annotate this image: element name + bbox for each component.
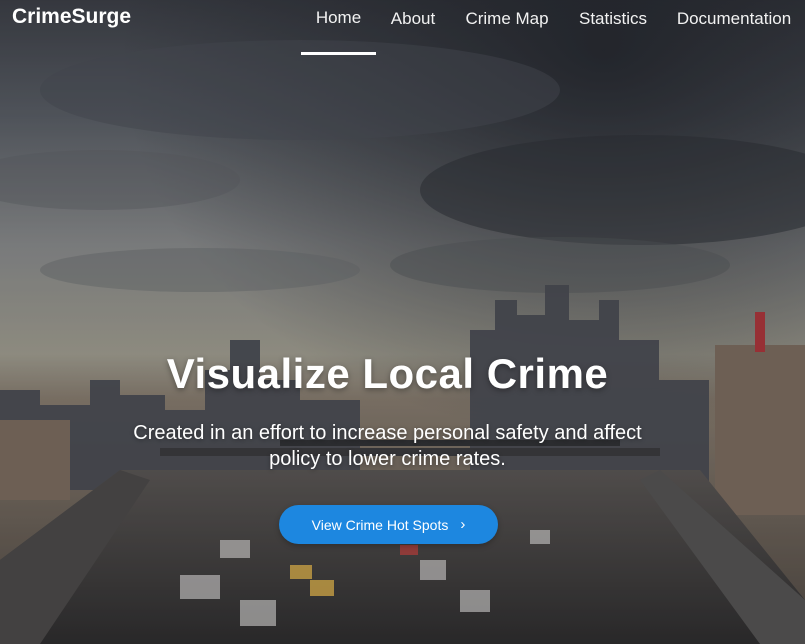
cta-label: View Crime Hot Spots (311, 516, 449, 533)
nav-links: Home About Crime Map Statistics Document… (0, 0, 805, 55)
hero-section (0, 0, 805, 644)
nav-item-documentation[interactable]: Documentation (670, 9, 798, 53)
hero-title: Visualize Local Crime (166, 350, 609, 397)
nav-item-statistics[interactable]: Statistics (572, 9, 654, 53)
nav-item-about[interactable]: About (384, 9, 442, 53)
nav-item-home[interactable]: Home (301, 8, 376, 55)
hero-content: Visualize Local Crime Created in an effo… (0, 350, 805, 472)
hero-background-image (0, 0, 805, 644)
chevron-right-icon: › (460, 516, 466, 533)
nav-item-crime-map[interactable]: Crime Map (458, 9, 556, 53)
hero-subtitle: Created in an effort to increase persona… (133, 422, 642, 470)
top-navbar: CrimeSurge Home About Crime Map Statisti… (0, 0, 805, 55)
view-crime-hot-spots-button[interactable]: View Crime Hot Spots › (279, 505, 498, 544)
